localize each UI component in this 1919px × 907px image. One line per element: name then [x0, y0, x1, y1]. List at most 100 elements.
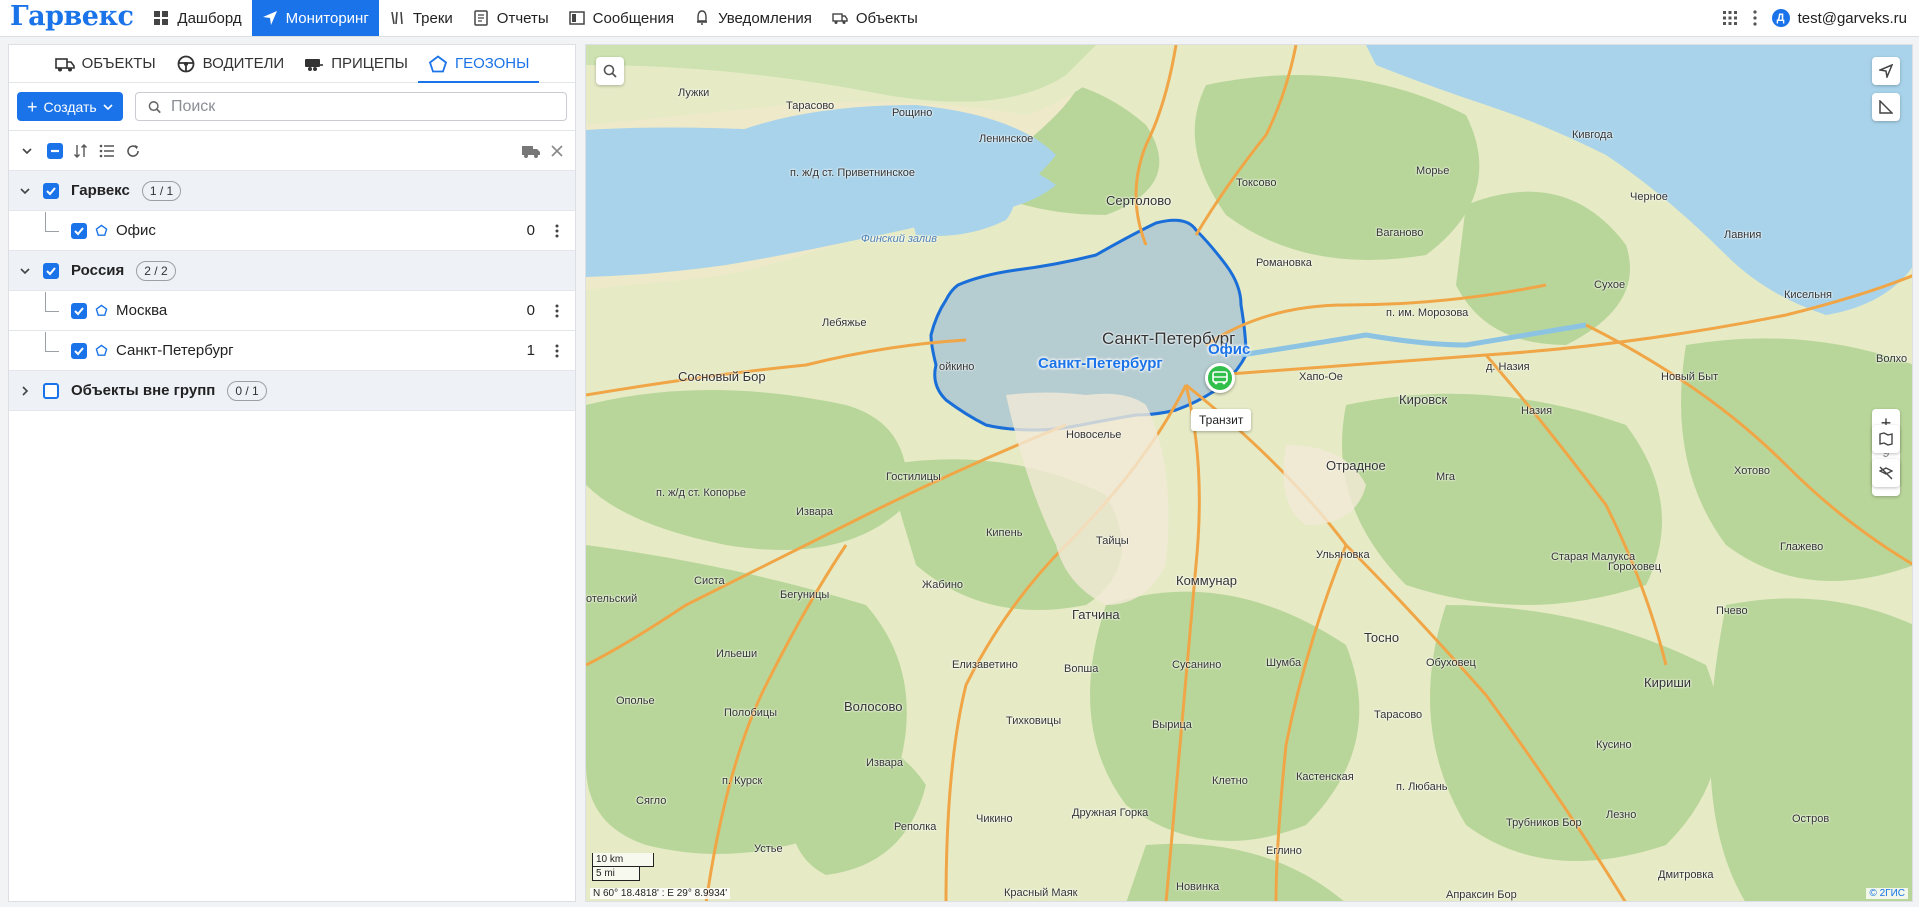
- tab-trailers[interactable]: Прицепы: [294, 45, 418, 82]
- map-place-label: Рощино: [892, 107, 933, 119]
- group-row-russia[interactable]: Россия 2 / 2: [9, 251, 575, 291]
- more-vertical-icon[interactable]: [549, 224, 565, 238]
- search-box[interactable]: [134, 92, 567, 121]
- map-search-button[interactable]: [596, 57, 624, 85]
- nav-reports[interactable]: Отчеты: [463, 0, 559, 36]
- app-logo[interactable]: Гарвекс: [0, 0, 143, 36]
- ruler-button[interactable]: [1872, 93, 1900, 121]
- geozones-panel: Объекты Водители Прицепы Геозоны + Созда…: [8, 44, 576, 902]
- map-view[interactable]: Лужки Тарасово Рощино Ленинское п. ж/д с…: [585, 44, 1913, 902]
- group-name: Объекты вне групп: [71, 382, 216, 399]
- vehicle-marker[interactable]: [1205, 363, 1235, 393]
- search-input[interactable]: [170, 97, 554, 116]
- user-menu[interactable]: Д test@garveks.ru: [1771, 9, 1907, 27]
- map-place-label: п. ж/д ст. Копорье: [656, 487, 746, 499]
- scale-mi: 5 mi: [592, 867, 640, 881]
- map-place-label: п. им. Морозова: [1386, 307, 1469, 319]
- more-vertical-icon[interactable]: [1752, 10, 1758, 26]
- map-place-label: Кировск: [1399, 392, 1448, 407]
- nav-tracks[interactable]: Треки: [379, 0, 463, 36]
- apps-grid-icon[interactable]: [1722, 10, 1738, 26]
- tab-geozones[interactable]: Геозоны: [417, 45, 540, 83]
- map-place-label: Кириши: [1644, 675, 1692, 690]
- bell-icon: [697, 10, 708, 25]
- map-place-label: Сертолово: [1106, 193, 1172, 208]
- pentagon-icon: [428, 54, 448, 72]
- truck-icon: [832, 13, 848, 24]
- geozone-object-count: 0: [526, 222, 535, 239]
- group-checkbox[interactable]: [43, 382, 59, 399]
- messages-icon: [568, 11, 585, 25]
- geozone-checkbox[interactable]: [71, 302, 87, 319]
- map-place-label: Ульяновка: [1316, 549, 1370, 561]
- map-place-label: Ленинское: [979, 133, 1034, 145]
- steering-wheel-icon: [177, 55, 195, 72]
- map-place-label: Тайцы: [1096, 535, 1129, 547]
- group-row-ungrouped[interactable]: Объекты вне групп 0 / 1: [9, 371, 575, 411]
- cursor-coordinates: N 60° 18.4818' : E 29° 8.9934': [590, 888, 731, 899]
- group-row-garveks[interactable]: Гарвекс 1 / 1: [9, 171, 575, 211]
- geozone-name: Санкт-Петербург: [116, 342, 234, 359]
- map-place-label: Коммунар: [1176, 573, 1237, 588]
- map-place-label: Обуховец: [1426, 657, 1476, 669]
- geozone-label-office[interactable]: Офис: [1208, 341, 1250, 358]
- tab-drivers[interactable]: Водители: [166, 45, 295, 82]
- ruler-icon: [1879, 100, 1893, 114]
- map-place-label: Дружная Горка: [1072, 807, 1149, 819]
- nav-notifications[interactable]: Уведомления: [684, 0, 822, 36]
- map-place-label: Сосновый Бор: [678, 369, 766, 384]
- map-place-label: Кисельня: [1784, 289, 1832, 301]
- list-icon[interactable]: [99, 143, 115, 159]
- geozone-row-moscow[interactable]: Москва 0: [9, 291, 575, 331]
- chevron-right-icon[interactable]: [19, 385, 31, 397]
- geozone-checkbox[interactable]: [71, 342, 87, 359]
- nav-objects[interactable]: Объекты: [822, 0, 928, 36]
- tree-connector: [45, 331, 59, 352]
- geozone-row-office[interactable]: Офис 0: [9, 211, 575, 251]
- group-count-badge: 1 / 1: [141, 180, 182, 201]
- tab-objects[interactable]: Объекты: [45, 45, 166, 82]
- map-place-label: Вопша: [1064, 663, 1099, 675]
- map-place-label: Апраксин Бор: [1446, 889, 1517, 901]
- chevron-down-icon: [103, 103, 113, 110]
- truck-filter-icon[interactable]: [521, 143, 541, 159]
- traffic-layer-button[interactable]: [1872, 459, 1900, 487]
- geozone-label-spb[interactable]: Санкт-Петербург: [1038, 355, 1163, 372]
- nav-dashboard[interactable]: Дашборд: [143, 0, 251, 36]
- chevron-down-icon[interactable]: [19, 265, 31, 277]
- nav-messages[interactable]: Сообщения: [559, 0, 684, 36]
- map-place-label: Глажево: [1780, 541, 1824, 553]
- geozone-checkbox[interactable]: [71, 222, 87, 239]
- sort-icon[interactable]: [73, 143, 89, 159]
- select-all-checkbox[interactable]: [47, 142, 63, 159]
- create-button[interactable]: + Создать: [17, 92, 123, 121]
- map-place-label: Гатчина: [1072, 607, 1120, 622]
- collapse-all-chevron-icon[interactable]: [21, 145, 33, 157]
- more-vertical-icon[interactable]: [549, 304, 565, 318]
- map-attribution[interactable]: © 2ГИС: [1866, 888, 1908, 899]
- map-place-label: Новоселье: [1066, 429, 1122, 441]
- more-vertical-icon[interactable]: [549, 344, 565, 358]
- map-place-label: Кусино: [1596, 739, 1632, 751]
- my-location-button[interactable]: [1872, 57, 1900, 85]
- chevron-down-icon[interactable]: [19, 185, 31, 197]
- map-place-label: Шумба: [1266, 657, 1302, 669]
- close-icon[interactable]: [551, 144, 563, 157]
- group-checkbox[interactable]: [43, 262, 59, 279]
- map-place-label: Пчево: [1716, 605, 1748, 617]
- geozone-name: Офис: [116, 222, 156, 239]
- map-place-label: Тихковицы: [1006, 715, 1062, 727]
- map-place-label: Лавния: [1724, 229, 1762, 241]
- refresh-icon[interactable]: [125, 143, 141, 159]
- panel-tabs: Объекты Водители Прицепы Геозоны: [9, 45, 575, 83]
- map-place-label: Тосно: [1364, 630, 1400, 645]
- map-place-label: Новый Быт: [1661, 371, 1719, 383]
- map-place-label: Гороховец: [1608, 561, 1662, 573]
- navigation-arrow-icon: [1879, 64, 1893, 78]
- geozone-row-spb[interactable]: Санкт-Петербург 1: [9, 331, 575, 371]
- nav-monitoring[interactable]: Мониторинг: [251, 0, 379, 36]
- map-place-label: Кастенская: [1296, 771, 1354, 783]
- map-layers-button[interactable]: [1872, 425, 1900, 453]
- group-checkbox[interactable]: [43, 182, 59, 199]
- map-place-label: Систа: [694, 575, 725, 587]
